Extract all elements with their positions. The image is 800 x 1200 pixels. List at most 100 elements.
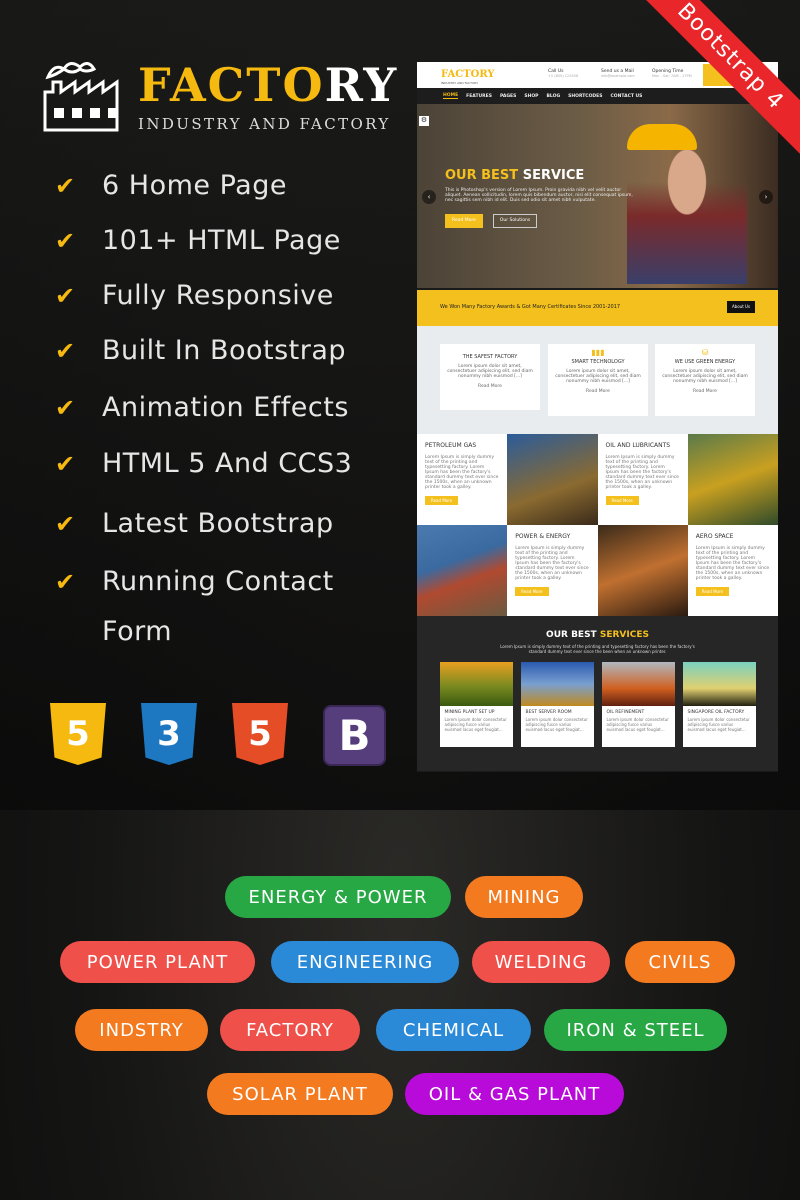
category-tag[interactable]: INDSTRY	[75, 1009, 208, 1051]
nav-item[interactable]: SHORTCODES	[568, 94, 602, 99]
industries-grid: PETROLEUM GAS Lorem Ipsum is simply dummy…	[417, 434, 778, 616]
css3-icon: 3	[141, 703, 197, 765]
service-title: OIL REFINEMENT	[606, 710, 645, 715]
check-icon: ✔	[55, 337, 76, 365]
logo-subtitle: INDUSTRY AND FACTORY	[138, 115, 391, 133]
contact-hours: Opening Time Mon - Sat: 7AM - 17PM	[652, 69, 692, 78]
category-tag[interactable]: SOLAR PLANT	[207, 1073, 393, 1115]
check-icon: ✔	[55, 227, 76, 255]
check-icon: ✔	[55, 510, 76, 538]
category-tag[interactable]: ENGINEERING	[271, 941, 459, 983]
category-tag[interactable]: MINING	[465, 876, 583, 918]
category-tag[interactable]: WELDING	[472, 941, 610, 983]
check-icon: ✔	[55, 282, 76, 310]
feature-label: Latest Bootstrap	[102, 508, 334, 539]
read-more-link[interactable]: Read More	[693, 389, 717, 394]
template-preview: FACTORY INDUSTRY AND FACTORY Call Us +1 (…	[417, 62, 778, 772]
service-text: Lorem ipsum dolor consectetur adipiscing…	[525, 717, 588, 732]
feature-item: ✔ Animation Effects	[55, 391, 349, 433]
nav-item[interactable]: HOME	[443, 93, 459, 99]
feature-item: ✔ 6 Home Page	[55, 169, 287, 211]
chart-icon: ▮▮▮	[591, 348, 605, 357]
card-safest-factory: THE SAFEST FACTORY Lorem ipsum dolor sit …	[440, 344, 540, 410]
service-card[interactable]: SINGAPORE OIL FACTORY Lorem ipsum dolor c…	[682, 662, 756, 747]
gear-icon[interactable]: ⚙	[419, 116, 429, 126]
service-card[interactable]: OIL REFINEMENT Lorem ipsum dolor consecte…	[601, 662, 675, 747]
category-tag[interactable]: OIL & GAS PLANT	[405, 1073, 624, 1115]
our-solutions-button[interactable]: Our Solutions	[493, 214, 537, 228]
check-icon: ✔	[55, 394, 76, 422]
logo-title: FACTORY	[138, 58, 399, 112]
feature-label: Running Contact Form	[102, 566, 334, 647]
hero-text: This is Photoshop's version of Lorem Ips…	[445, 188, 633, 203]
feature-label: Animation Effects	[102, 392, 349, 423]
feature-cards: THE SAFEST FACTORY Lorem ipsum dolor sit …	[417, 326, 778, 434]
feature-item: ✔ Latest Bootstrap	[55, 507, 334, 549]
worker-photo	[687, 434, 778, 525]
service-image	[520, 662, 594, 706]
feature-label: HTML 5 And CCS3	[102, 448, 353, 479]
worker-photo	[507, 434, 598, 525]
feature-label: Built In Bootstrap	[102, 335, 347, 366]
nav-item[interactable]: BLOG	[546, 94, 560, 99]
preview-nav: HOME FEATURES PAGES SHOP BLOG SHORTCODES CONTA…	[417, 88, 778, 104]
chevron-left-icon[interactable]: ‹	[422, 190, 436, 204]
read-more-button[interactable]: Read More	[515, 587, 549, 596]
service-text: Lorem ipsum dolor consectetur adipiscing…	[606, 717, 669, 732]
feature-item: ✔ Built In Bootstrap	[55, 334, 346, 376]
feature-item: ✔ Fully Responsive	[55, 279, 334, 321]
feature-item: ✔ HTML 5 And CCS3	[55, 447, 352, 489]
service-text: Lorem ipsum dolor consectetur adipiscing…	[687, 717, 750, 732]
welder-photo	[597, 525, 688, 616]
preview-logo-sub: INDUSTRY AND FACTORY	[441, 81, 479, 85]
feature-label: 6 Home Page	[102, 170, 287, 201]
preview-logo: FACTORY	[441, 69, 495, 80]
worker-photo	[417, 525, 508, 616]
check-icon: ✔	[55, 172, 76, 200]
read-more-button[interactable]: Read More	[605, 496, 639, 505]
card-green-energy: ⛁ WE USE GREEN ENERGY Lorem ipsum dolor si…	[655, 344, 755, 416]
grid-item: PETROLEUM GAS Lorem Ipsum is simply dummy…	[417, 434, 508, 525]
service-title: SINGAPORE OIL FACTORY	[687, 710, 745, 715]
service-card[interactable]: BEST SERVER ROOM Lorem ipsum dolor consec…	[520, 662, 594, 747]
category-tag[interactable]: FACTORY	[220, 1009, 360, 1051]
database-icon: ⛁	[701, 348, 709, 357]
read-more-button[interactable]: Read More	[425, 496, 459, 505]
nav-item[interactable]: SHOP	[524, 94, 538, 99]
nav-item[interactable]: CONTACT US	[610, 94, 642, 99]
read-more-button[interactable]: Read More	[695, 587, 729, 596]
preview-hero: ⚙ OUR BEST SERVICE This is Photoshop's v…	[417, 104, 778, 288]
service-title: BEST SERVER ROOM	[525, 710, 572, 715]
category-tag[interactable]: POWER PLANT	[60, 941, 255, 983]
html5-icon: 5	[50, 703, 106, 765]
category-tag[interactable]: IRON & STEEL	[544, 1009, 727, 1051]
hard-hat-image	[627, 124, 697, 150]
contact-call: Call Us +1 (800) 123456	[548, 69, 579, 78]
about-us-button[interactable]: About Us	[727, 301, 755, 313]
service-image	[601, 662, 675, 706]
chevron-right-icon[interactable]: ›	[759, 190, 773, 204]
contact-mail: Send us a Mail info@example.com	[601, 69, 635, 78]
category-tag[interactable]: CHEMICAL	[376, 1009, 531, 1051]
bootstrap-icon: B	[323, 705, 386, 766]
nav-item[interactable]: PAGES	[500, 94, 516, 99]
service-image	[439, 662, 513, 706]
category-tag[interactable]: ENERGY & POWER	[225, 876, 451, 918]
service-image	[682, 662, 756, 706]
check-icon: ✔	[55, 450, 76, 478]
feature-item: ✔ 101+ HTML Page	[55, 224, 341, 266]
check-icon: ✔	[55, 568, 76, 596]
factory-logo-icon	[43, 62, 119, 132]
grid-item: POWER & ENERGY Lorem Ipsum is simply dumm…	[507, 525, 598, 616]
services-section: OUR BEST SERVICES Lorem Ipsum is simply …	[417, 616, 778, 771]
read-more-link[interactable]: Read More	[478, 384, 502, 389]
category-tag[interactable]: CIVILS	[625, 941, 735, 983]
nav-item[interactable]: FEATURES	[466, 94, 492, 99]
feature-label: Fully Responsive	[102, 280, 334, 311]
read-more-link[interactable]: Read More	[586, 389, 610, 394]
html5-icon: 5	[232, 703, 288, 765]
card-smart-technology: ▮▮▮ SMART TECHNOLOGY Lorem ipsum dolor sit…	[548, 344, 648, 416]
read-more-button[interactable]: Read More	[445, 214, 483, 228]
grid-item: OIL AND LUBRICANTS Lorem Ipsum is simply …	[597, 434, 688, 525]
service-card[interactable]: MINING PLANT SET UP Lorem ipsum dolor con…	[439, 662, 513, 747]
